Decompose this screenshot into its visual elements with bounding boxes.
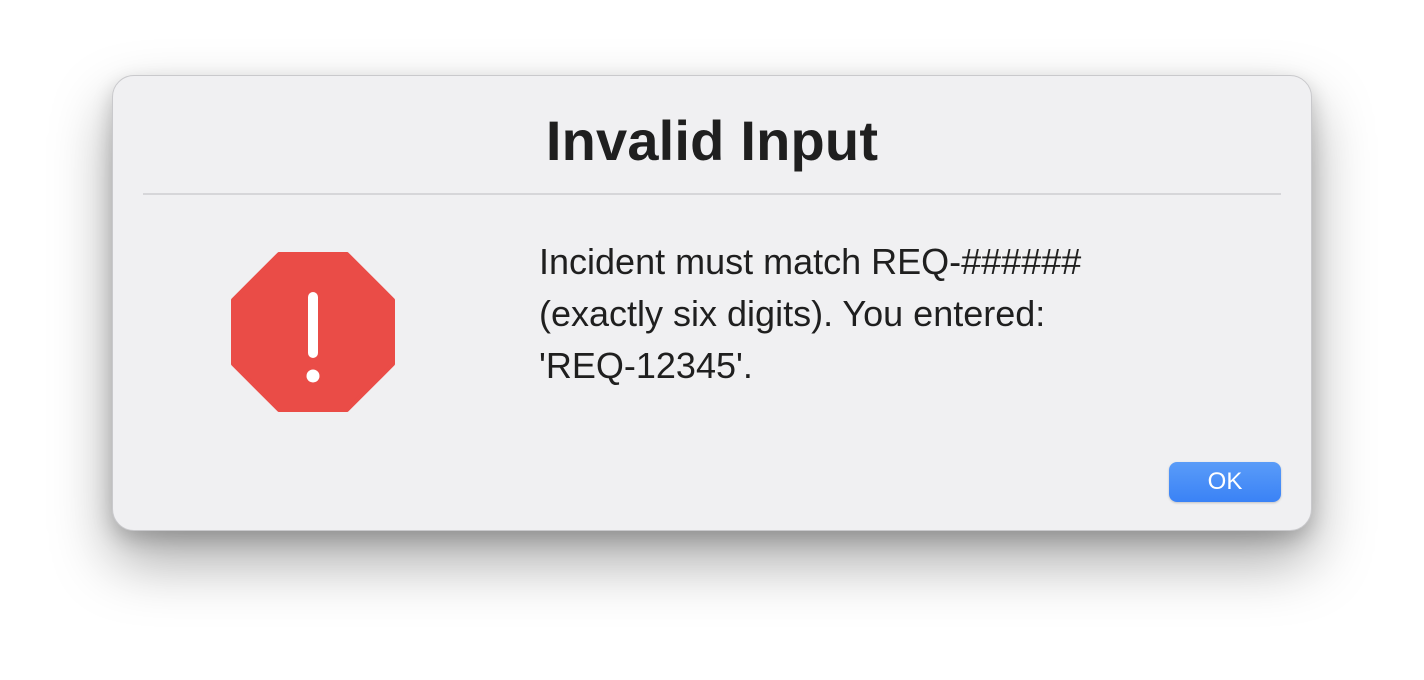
dialog-message: Incident must match REQ-###### (exactly … [539,236,1199,392]
title-divider [143,193,1281,195]
ok-button[interactable]: OK [1169,462,1281,502]
message-line: (exactly six digits). You entered: [539,293,1046,334]
stop-alert-icon [231,252,395,412]
message-line: 'REQ-12345'. [539,345,753,386]
dialog-title: Invalid Input [545,109,879,172]
alert-dialog: Invalid Input Incident must match REQ-##… [112,75,1312,531]
message-line: Incident must match REQ-###### [539,241,1082,282]
